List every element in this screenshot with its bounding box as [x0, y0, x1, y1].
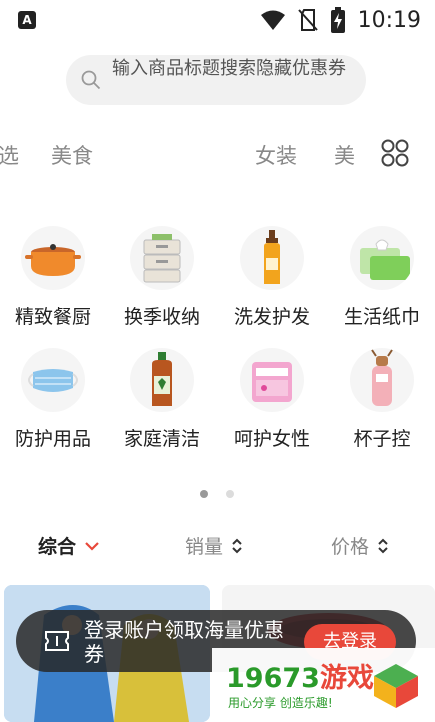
sort-label: 销量 [185, 536, 224, 558]
disinfectant-icon [152, 352, 172, 406]
cup-icon [371, 349, 393, 406]
category-tabs: 选 美食 女装 美 [0, 140, 435, 172]
sort-arrows-icon [378, 538, 388, 553]
notification-app-icon: A [18, 11, 36, 29]
shampoo-icon [264, 230, 280, 284]
sort-bar: 综合 销量 价格 [0, 530, 435, 560]
category-label: 家庭清洁 [123, 428, 200, 450]
search-input[interactable]: 输入商品标题搜索隐藏优惠券 [66, 55, 366, 105]
grid-menu-icon[interactable] [380, 138, 410, 168]
tab-item[interactable]: 选 [0, 140, 19, 170]
category-label: 精致餐厨 [14, 306, 91, 328]
cube-logo-icon [374, 664, 418, 708]
sort-arrows-icon [232, 538, 242, 553]
search-placeholder: 输入商品标题搜索隐藏优惠券 [112, 58, 346, 79]
category-label: 呵护女性 [233, 428, 310, 450]
pad-icon [252, 362, 292, 402]
category-feminine[interactable]: 呵护女性 [221, 348, 321, 468]
sort-price[interactable]: 价格 [331, 532, 389, 559]
category-cups[interactable]: 杯子控 [331, 348, 431, 468]
category-storage[interactable]: 换季收纳 [111, 226, 211, 346]
tab-food[interactable]: 美食 [51, 140, 93, 170]
tab-beauty[interactable]: 美 [334, 140, 355, 170]
chevron-down-icon [85, 541, 99, 551]
mask-icon [28, 369, 78, 392]
storage-box-icon [143, 234, 181, 283]
category-kitchen[interactable]: 精致餐厨 [2, 226, 102, 346]
pot-icon [25, 244, 81, 276]
clock: 10:19 [357, 7, 421, 33]
coupon-icon [45, 631, 69, 651]
category-cleaning[interactable]: 家庭清洁 [111, 348, 211, 468]
pager-dot [226, 490, 234, 498]
category-protection[interactable]: 防护用品 [2, 348, 102, 468]
category-label: 防护用品 [14, 428, 91, 450]
no-sim-icon [297, 9, 318, 31]
tab-womens-clothing[interactable]: 女装 [255, 140, 297, 170]
wifi-icon [260, 10, 285, 30]
tissue-icon [360, 239, 410, 280]
sort-comprehensive[interactable]: 综合 [38, 532, 100, 559]
sort-label: 价格 [331, 536, 370, 558]
battery-charging-icon [330, 7, 345, 33]
category-label: 生活纸巾 [343, 306, 420, 328]
category-label: 换季收纳 [123, 306, 200, 328]
watermark-slogan: 用心分享 创造乐趣! [228, 696, 333, 710]
category-label: 杯子控 [353, 428, 411, 450]
category-label: 洗发护发 [233, 306, 310, 328]
category-tissue[interactable]: 生活纸巾 [331, 226, 431, 346]
category-hair-care[interactable]: 洗发护发 [221, 226, 321, 346]
watermark-logo: 19673游戏 [226, 663, 374, 694]
sort-sales[interactable]: 销量 [185, 532, 243, 559]
search-icon [81, 70, 101, 90]
sort-label: 综合 [38, 536, 77, 558]
pager-dot-active [200, 490, 208, 498]
site-watermark: 19673游戏 用心分享 创造乐趣! [212, 648, 435, 722]
status-bar: A 10:19 [0, 0, 435, 40]
